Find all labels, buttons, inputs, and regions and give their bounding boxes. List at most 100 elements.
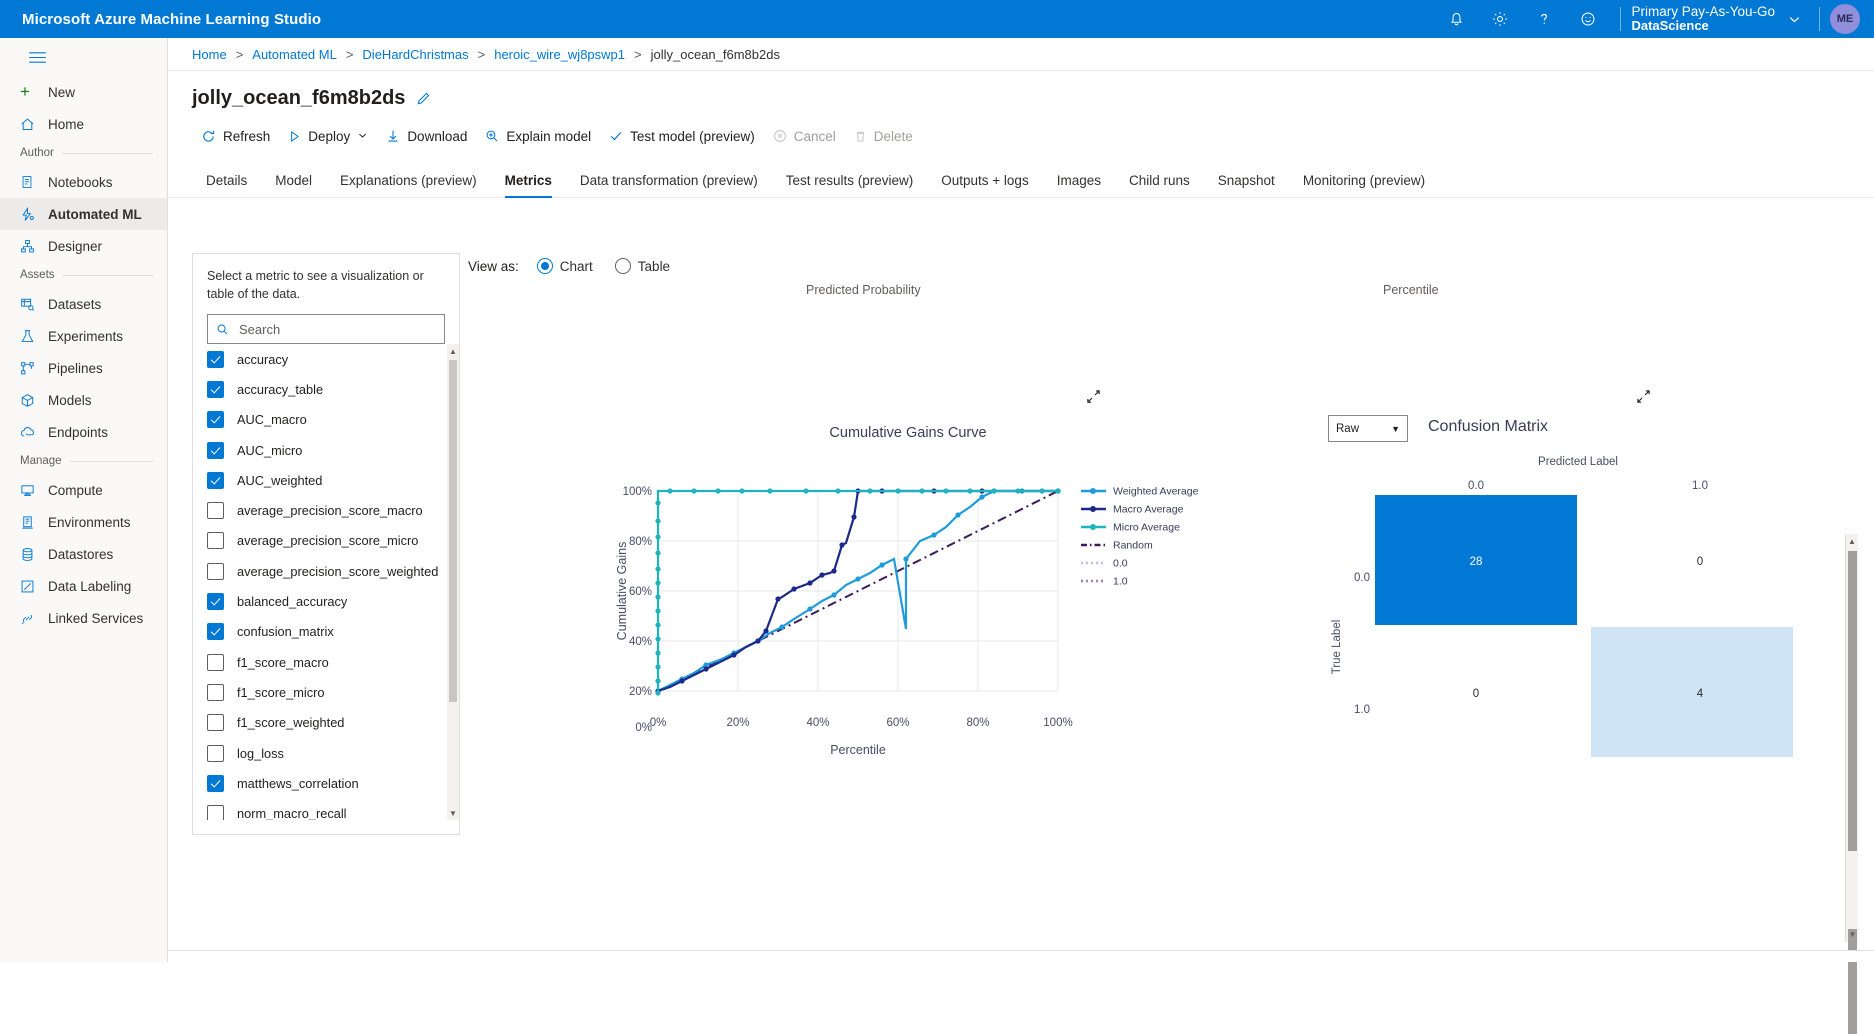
metric-checkbox[interactable] (207, 351, 224, 368)
metric-checkbox[interactable] (207, 411, 224, 428)
metric-checkbox[interactable] (207, 442, 224, 459)
sidebar-item-models[interactable]: Models (0, 384, 167, 416)
scrollbar-thumb[interactable] (449, 360, 457, 702)
avatar[interactable]: ME (1830, 4, 1860, 34)
scroll-up-icon[interactable]: ▲ (447, 344, 459, 358)
metric-row[interactable]: AUC_weighted (207, 465, 451, 495)
sidebar-item-linked-services[interactable]: Linked Services (0, 602, 167, 634)
tab-explanations[interactable]: Explanations (preview) (326, 173, 491, 197)
tab-data-transformation[interactable]: Data transformation (preview) (566, 173, 772, 197)
sidebar-item-endpoints[interactable]: Endpoints (0, 416, 167, 448)
sidebar-item-compute[interactable]: Compute (0, 474, 167, 506)
sidebar-item-environments[interactable]: Environments (0, 506, 167, 538)
home-icon (20, 117, 48, 132)
scrollbar-thumb[interactable] (1848, 929, 1857, 1034)
sidebar-item-home[interactable]: Home (0, 108, 167, 140)
tab-metrics[interactable]: Metrics (491, 173, 566, 197)
metric-checkbox[interactable] (207, 745, 224, 762)
metric-row[interactable]: norm_macro_recall (207, 798, 451, 820)
metric-checkbox[interactable] (207, 684, 224, 701)
chevron-down-icon[interactable] (1779, 12, 1809, 27)
tab-test-results[interactable]: Test results (preview) (772, 173, 928, 197)
scroll-down-icon[interactable]: ▼ (447, 806, 459, 820)
page-scrollbar[interactable]: ▲ ▼ (1845, 534, 1858, 942)
link-icon (20, 611, 48, 626)
breadcrumb-item-experiment[interactable]: DieHardChristmas (362, 47, 468, 62)
pencil-icon[interactable] (416, 91, 431, 106)
metric-checkbox[interactable] (207, 502, 224, 519)
metric-label: norm_macro_recall (237, 806, 347, 820)
download-button[interactable]: Download (377, 121, 476, 151)
metric-row[interactable]: average_precision_score_micro (207, 526, 451, 556)
chevron-down-icon[interactable] (357, 130, 368, 143)
expand-icon[interactable] (1636, 389, 1651, 407)
sidebar-item-pipelines[interactable]: Pipelines (0, 352, 167, 384)
x-tick: 100% (1043, 717, 1072, 729)
feedback-icon[interactable] (1566, 0, 1610, 38)
view-as-chart-radio[interactable]: Chart (537, 258, 593, 274)
metric-row[interactable]: accuracy_table (207, 374, 451, 404)
metric-checkbox[interactable] (207, 381, 224, 398)
tab-details[interactable]: Details (192, 173, 261, 197)
metric-checkbox[interactable] (207, 623, 224, 640)
explain-model-button[interactable]: Explain model (476, 121, 600, 151)
metric-row[interactable]: AUC_micro (207, 435, 451, 465)
metric-checkbox[interactable] (207, 593, 224, 610)
tab-images[interactable]: Images (1043, 173, 1115, 197)
scroll-up-icon[interactable]: ▲ (1846, 534, 1858, 549)
tab-child-runs[interactable]: Child runs (1115, 173, 1204, 197)
metric-checkbox[interactable] (207, 472, 224, 489)
metric-list[interactable]: accuracy accuracy_table AUC_macro AUC_mi… (207, 344, 451, 820)
scroll-down-icon[interactable]: ▼ (1846, 927, 1859, 942)
sidebar-item-designer[interactable]: Designer (0, 230, 167, 262)
deploy-button[interactable]: Deploy (279, 121, 377, 151)
sidebar-item-automated-ml[interactable]: Automated ML (0, 198, 167, 230)
metric-checkbox[interactable] (207, 563, 224, 580)
sidebar-item-experiments[interactable]: Experiments (0, 320, 167, 352)
bell-icon[interactable] (1434, 0, 1478, 38)
metric-checkbox[interactable] (207, 775, 224, 792)
sidebar-item-datasets[interactable]: Datasets (0, 288, 167, 320)
metric-checkbox[interactable] (207, 805, 224, 820)
test-model-button[interactable]: Test model (preview) (600, 121, 764, 151)
gear-icon[interactable] (1478, 0, 1522, 38)
metric-row[interactable]: balanced_accuracy (207, 586, 451, 616)
sidebar-item-notebooks[interactable]: Notebooks (0, 166, 167, 198)
metric-label: accuracy (237, 352, 288, 367)
expand-icon[interactable] (1086, 389, 1101, 407)
breadcrumb-item-automated-ml[interactable]: Automated ML (252, 47, 337, 62)
metric-checkbox[interactable] (207, 532, 224, 549)
confusion-matrix-mode-select[interactable]: Raw ▼ (1328, 415, 1408, 442)
metric-row[interactable]: f1_score_weighted (207, 708, 451, 738)
help-icon[interactable] (1522, 0, 1566, 38)
tab-model[interactable]: Model (261, 173, 326, 197)
sidebar-item-datastores[interactable]: Datastores (0, 538, 167, 570)
metric-selection-panel: Select a metric to see a visualization o… (192, 253, 460, 835)
metric-row[interactable]: AUC_macro (207, 405, 451, 435)
search-input[interactable] (237, 321, 436, 338)
metric-checkbox[interactable] (207, 714, 224, 731)
metric-row[interactable]: matthews_correlation (207, 768, 451, 798)
scrollbar-thumb[interactable] (1848, 551, 1857, 851)
view-as-table-radio[interactable]: Table (615, 258, 670, 274)
sidebar-item-data-labeling[interactable]: Data Labeling (0, 570, 167, 602)
metric-row[interactable]: average_precision_score_macro (207, 495, 451, 525)
search-box[interactable] (207, 314, 445, 344)
hamburger-menu-icon[interactable] (0, 38, 167, 76)
metric-row[interactable]: confusion_matrix (207, 617, 451, 647)
metric-list-scrollbar[interactable]: ▲ ▼ (447, 344, 459, 820)
metric-row[interactable]: accuracy (207, 344, 451, 374)
tenant-selector[interactable]: Primary Pay-As-You-Go DataScience (1631, 4, 1779, 34)
breadcrumb-item-parent-run[interactable]: heroic_wire_wj8pswp1 (494, 47, 625, 62)
metric-row[interactable]: log_loss (207, 738, 451, 768)
metric-row[interactable]: average_precision_score_weighted (207, 556, 451, 586)
tab-snapshot[interactable]: Snapshot (1204, 173, 1289, 197)
tab-outputs-logs[interactable]: Outputs + logs (927, 173, 1042, 197)
metric-row[interactable]: f1_score_macro (207, 647, 451, 677)
sidebar-item-new[interactable]: + New (0, 76, 167, 108)
tab-monitoring[interactable]: Monitoring (preview) (1289, 173, 1439, 197)
metric-row[interactable]: f1_score_micro (207, 677, 451, 707)
breadcrumb-item-home[interactable]: Home (192, 47, 227, 62)
metric-checkbox[interactable] (207, 654, 224, 671)
refresh-button[interactable]: Refresh (192, 121, 279, 151)
